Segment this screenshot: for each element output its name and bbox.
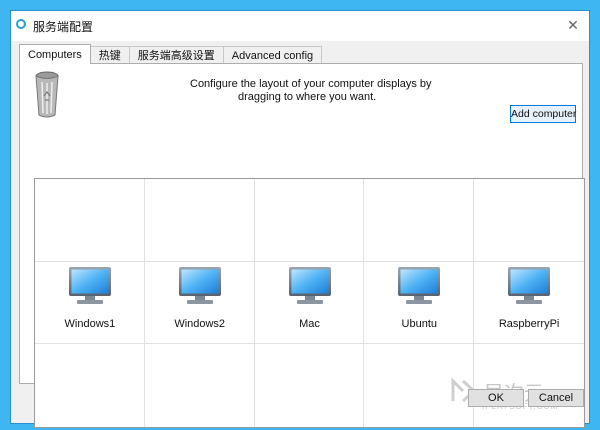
grid-cell[interactable] [144,179,255,262]
tab-strip: Computers 热键 服务端高级设置 Advanced config [19,44,323,64]
computer-name-label: Mac [299,317,320,330]
tab-hotkeys[interactable]: 热键 [89,46,130,64]
computer-tile[interactable]: Windows2 [145,266,255,330]
computer-name-label: RaspberryPi [498,317,560,330]
app-icon [16,19,26,29]
close-icon[interactable]: ✕ [563,15,583,35]
monitor-icon [398,266,441,304]
monitor-icon [178,266,221,304]
window-title: 服务端配置 [33,20,94,34]
grid-cell[interactable] [364,179,475,262]
computer-tile[interactable]: Ubuntu [364,266,474,330]
instructions-line-1: Configure the layout of your computer di… [190,78,432,90]
layout-instructions: Configure the layout of your computer di… [190,78,490,104]
grid-cell[interactable] [474,179,584,262]
tab-advanced-config[interactable]: Advanced config [222,46,323,64]
add-computer-button[interactable]: Add computer [510,105,576,123]
computer-name-label: Windows2 [174,317,226,330]
computer-name-label: Windows1 [64,317,116,330]
tab-server-advanced-settings[interactable]: 服务端高级设置 [128,46,224,64]
computer-tile[interactable]: Windows1 [35,266,145,330]
computer-name-label: Ubuntu [401,317,438,330]
monitor-icon [68,266,111,304]
grid-cell[interactable] [35,344,145,427]
trash-bin-icon[interactable] [34,70,60,120]
cancel-button[interactable]: Cancel [528,389,584,407]
grid-cell[interactable] [145,344,255,427]
grid-cell[interactable] [254,179,365,262]
server-config-window: 服务端配置 ✕ Computers 热键 服务端高级设置 Advanced co… [10,10,590,428]
grid-cell[interactable] [255,344,365,427]
computer-tile[interactable]: Mac [255,266,365,330]
computers-tab-panel: Configure the layout of your computer di… [19,63,585,428]
grid-cell[interactable] [35,179,145,262]
title-bar: 服务端配置 ✕ [11,11,589,41]
ok-button[interactable]: OK [468,389,524,407]
tab-computers[interactable]: Computers [19,44,91,64]
computer-tile[interactable]: RaspberryPi [474,266,584,330]
instructions-line-2: dragging to where you want. [238,91,377,103]
monitor-icon [508,266,551,304]
monitor-icon [288,266,331,304]
